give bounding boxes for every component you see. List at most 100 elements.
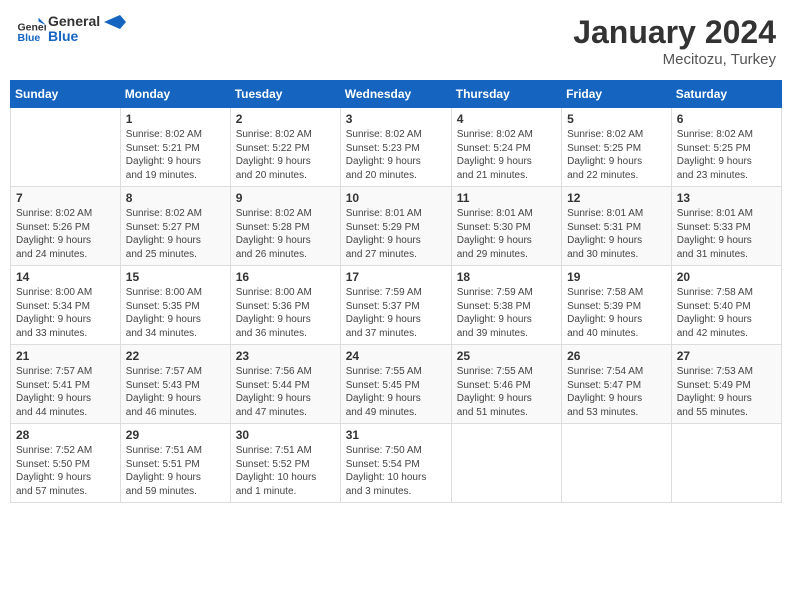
calendar-cell: 21Sunrise: 7:57 AM Sunset: 5:41 PM Dayli… [11,345,121,424]
day-info: Sunrise: 7:52 AM Sunset: 5:50 PM Dayligh… [16,444,115,498]
calendar-cell: 15 Sunrise: 8:00 AM Sunset: 5:35 PM Dayli… [120,266,230,345]
calendar-cell [451,424,561,503]
logo-blue-text: Blue [48,29,126,44]
day-info: Sunrise: 8:02 AM Sunset: 5:25 PM Dayligh… [677,128,776,182]
calendar-cell: 10 Sunrise: 8:01 AM Sunset: 5:29 PM Dayli… [340,187,451,266]
weekday-header: Sunday [11,81,121,108]
calendar-cell: 1 Sunrise: 8:02 AM Sunset: 5:21 PM Daylig… [120,108,230,187]
calendar-week-row: 28 Sunrise: 7:52 AM Sunset: 5:50 PM Dayli… [11,424,782,503]
logo-icon: General Blue [16,14,46,44]
day-info: Sunrise: 7:57 AM Sunset: 5:41 PM Dayligh… [16,365,115,419]
day-number: 18 [457,270,556,284]
day-info: Sunrise: 8:02 AM Sunset: 5:21 PM Dayligh… [126,128,225,182]
day-number: 28 [16,428,115,442]
svg-text:Blue: Blue [18,32,41,44]
calendar-cell: 31 Sunrise: 7:50 AM Sunset: 5:54 PM Dayli… [340,424,451,503]
calendar-cell [671,424,781,503]
calendar-cell: 25Sunrise: 7:55 AM Sunset: 5:46 PM Dayli… [451,345,561,424]
calendar-cell: 12Sunrise: 8:01 AM Sunset: 5:31 PM Dayli… [562,187,672,266]
day-number: 14 [16,270,115,284]
day-info: Sunrise: 8:01 AM Sunset: 5:30 PM Dayligh… [457,207,556,261]
day-number: 6 [677,112,776,126]
day-info: Sunrise: 7:55 AM Sunset: 5:46 PM Dayligh… [457,365,556,419]
day-number: 31 [346,428,446,442]
day-number: 7 [16,191,115,205]
calendar-cell: 26 Sunrise: 7:54 AM Sunset: 5:47 PM Dayli… [562,345,672,424]
day-info: Sunrise: 8:01 AM Sunset: 5:29 PM Dayligh… [346,207,446,261]
month-title: January 2024 [573,14,776,51]
day-info: Sunrise: 7:53 AM Sunset: 5:49 PM Dayligh… [677,365,776,419]
day-info: Sunrise: 7:54 AM Sunset: 5:47 PM Dayligh… [567,365,666,419]
title-block: January 2024 Mecitozu, Turkey [573,14,776,68]
day-number: 9 [236,191,335,205]
calendar-cell: 14 Sunrise: 8:00 AM Sunset: 5:34 PM Dayli… [11,266,121,345]
day-number: 13 [677,191,776,205]
day-info: Sunrise: 8:00 AM Sunset: 5:34 PM Dayligh… [16,286,115,340]
day-number: 30 [236,428,335,442]
day-info: Sunrise: 7:57 AM Sunset: 5:43 PM Dayligh… [126,365,225,419]
weekday-header: Monday [120,81,230,108]
day-info: Sunrise: 8:01 AM Sunset: 5:31 PM Dayligh… [567,207,666,261]
day-info: Sunrise: 7:56 AM Sunset: 5:44 PM Dayligh… [236,365,335,419]
day-number: 17 [346,270,446,284]
calendar-table: SundayMondayTuesdayWednesdayThursdayFrid… [10,80,782,503]
day-info: Sunrise: 8:02 AM Sunset: 5:26 PM Dayligh… [16,207,115,261]
day-info: Sunrise: 7:55 AM Sunset: 5:45 PM Dayligh… [346,365,446,419]
day-number: 1 [126,112,225,126]
day-number: 11 [457,191,556,205]
day-number: 10 [346,191,446,205]
calendar-cell: 3 Sunrise: 8:02 AM Sunset: 5:23 PM Daylig… [340,108,451,187]
day-info: Sunrise: 8:02 AM Sunset: 5:23 PM Dayligh… [346,128,446,182]
day-info: Sunrise: 8:01 AM Sunset: 5:33 PM Dayligh… [677,207,776,261]
calendar-cell: 22 Sunrise: 7:57 AM Sunset: 5:43 PM Dayli… [120,345,230,424]
calendar-week-row: 14 Sunrise: 8:00 AM Sunset: 5:34 PM Dayli… [11,266,782,345]
day-info: Sunrise: 7:50 AM Sunset: 5:54 PM Dayligh… [346,444,446,498]
day-info: Sunrise: 7:59 AM Sunset: 5:37 PM Dayligh… [346,286,446,340]
weekday-header: Tuesday [230,81,340,108]
day-info: Sunrise: 8:00 AM Sunset: 5:35 PM Dayligh… [126,286,225,340]
calendar-cell: 2Sunrise: 8:02 AM Sunset: 5:22 PM Daylig… [230,108,340,187]
calendar-cell: 8Sunrise: 8:02 AM Sunset: 5:27 PM Daylig… [120,187,230,266]
day-info: Sunrise: 7:51 AM Sunset: 5:51 PM Dayligh… [126,444,225,498]
calendar-cell: 6 Sunrise: 8:02 AM Sunset: 5:25 PM Daylig… [671,108,781,187]
day-number: 5 [567,112,666,126]
day-info: Sunrise: 8:00 AM Sunset: 5:36 PM Dayligh… [236,286,335,340]
day-number: 2 [236,112,335,126]
calendar-week-row: 7 Sunrise: 8:02 AM Sunset: 5:26 PM Daylig… [11,187,782,266]
day-info: Sunrise: 8:02 AM Sunset: 5:24 PM Dayligh… [457,128,556,182]
day-number: 4 [457,112,556,126]
calendar-cell: 17 Sunrise: 7:59 AM Sunset: 5:37 PM Dayli… [340,266,451,345]
calendar-cell: 16Sunrise: 8:00 AM Sunset: 5:36 PM Dayli… [230,266,340,345]
day-info: Sunrise: 8:02 AM Sunset: 5:28 PM Dayligh… [236,207,335,261]
calendar-cell: 29Sunrise: 7:51 AM Sunset: 5:51 PM Dayli… [120,424,230,503]
weekday-header: Saturday [671,81,781,108]
logo: General Blue General Blue [16,14,126,45]
day-info: Sunrise: 7:58 AM Sunset: 5:39 PM Dayligh… [567,286,666,340]
calendar-cell: 19Sunrise: 7:58 AM Sunset: 5:39 PM Dayli… [562,266,672,345]
weekday-header: Friday [562,81,672,108]
day-number: 20 [677,270,776,284]
day-info: Sunrise: 8:02 AM Sunset: 5:25 PM Dayligh… [567,128,666,182]
calendar-header-row: SundayMondayTuesdayWednesdayThursdayFrid… [11,81,782,108]
day-number: 15 [126,270,225,284]
calendar-cell: 13 Sunrise: 8:01 AM Sunset: 5:33 PM Dayli… [671,187,781,266]
day-number: 22 [126,349,225,363]
day-info: Sunrise: 7:59 AM Sunset: 5:38 PM Dayligh… [457,286,556,340]
calendar-cell: 7 Sunrise: 8:02 AM Sunset: 5:26 PM Daylig… [11,187,121,266]
day-number: 23 [236,349,335,363]
weekday-header: Thursday [451,81,561,108]
day-number: 26 [567,349,666,363]
calendar-cell: 20Sunrise: 7:58 AM Sunset: 5:40 PM Dayli… [671,266,781,345]
calendar-cell: 30Sunrise: 7:51 AM Sunset: 5:52 PM Dayli… [230,424,340,503]
calendar-cell [11,108,121,187]
day-info: Sunrise: 8:02 AM Sunset: 5:27 PM Dayligh… [126,207,225,261]
page-header: General Blue General Blue January 2024 M… [10,10,782,72]
day-number: 3 [346,112,446,126]
calendar-cell: 5 Sunrise: 8:02 AM Sunset: 5:25 PM Daylig… [562,108,672,187]
calendar-week-row: 21Sunrise: 7:57 AM Sunset: 5:41 PM Dayli… [11,345,782,424]
location: Mecitozu, Turkey [573,51,776,68]
day-number: 27 [677,349,776,363]
calendar-cell: 24Sunrise: 7:55 AM Sunset: 5:45 PM Dayli… [340,345,451,424]
calendar-cell: 4 Sunrise: 8:02 AM Sunset: 5:24 PM Daylig… [451,108,561,187]
calendar-cell: 27 Sunrise: 7:53 AM Sunset: 5:49 PM Dayli… [671,345,781,424]
